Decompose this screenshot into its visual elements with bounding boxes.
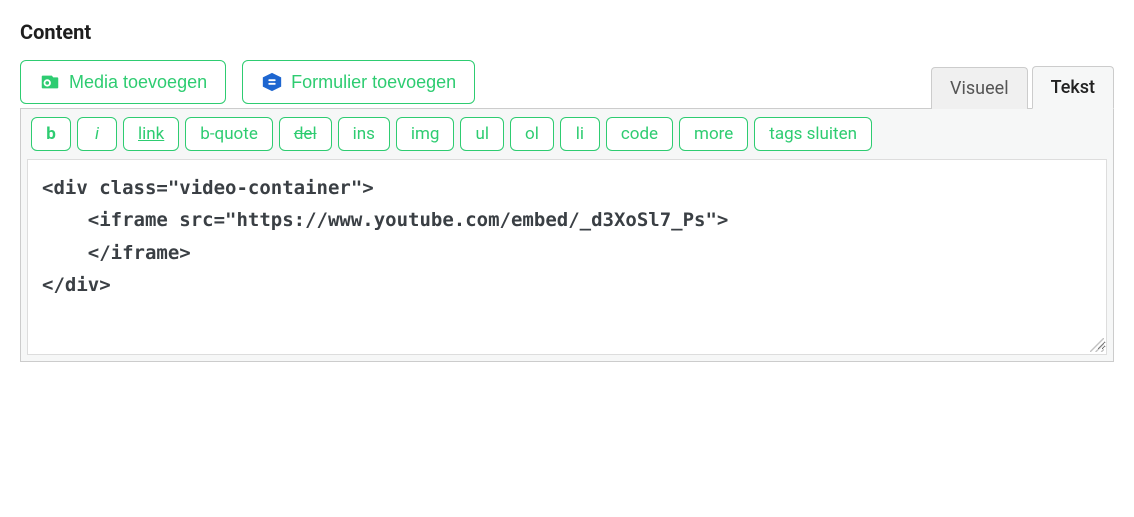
- format-toolbar: b i link b-quote del ins img ul ol li co…: [21, 109, 1113, 159]
- format-ul-button[interactable]: ul: [460, 117, 504, 151]
- format-ol-button[interactable]: ol: [510, 117, 554, 151]
- camera-music-icon: [39, 71, 61, 93]
- format-close-tags-button[interactable]: tags sluiten: [754, 117, 872, 151]
- format-img-button[interactable]: img: [396, 117, 455, 151]
- format-ins-button[interactable]: ins: [338, 117, 390, 151]
- add-media-label: Media toevoegen: [69, 72, 207, 93]
- editor-tabs: Visueel Tekst: [931, 60, 1114, 108]
- editor-textarea[interactable]: [28, 160, 1106, 350]
- section-title: Content: [20, 20, 1114, 44]
- add-media-button[interactable]: Media toevoegen: [20, 60, 226, 104]
- format-li-button[interactable]: li: [560, 117, 600, 151]
- format-code-button[interactable]: code: [606, 117, 673, 151]
- toolbar-row: Media toevoegen Formulier toevoegen Visu…: [20, 60, 1114, 108]
- format-link-button[interactable]: link: [123, 117, 179, 151]
- format-del-button[interactable]: del: [279, 117, 332, 151]
- add-form-label: Formulier toevoegen: [291, 72, 456, 93]
- form-icon: [261, 71, 283, 93]
- editor-panel: b i link b-quote del ins img ul ol li co…: [20, 108, 1114, 362]
- add-form-button[interactable]: Formulier toevoegen: [242, 60, 475, 104]
- format-blockquote-button[interactable]: b-quote: [185, 117, 273, 151]
- format-italic-button[interactable]: i: [77, 117, 117, 151]
- tab-text[interactable]: Tekst: [1032, 66, 1114, 109]
- editor-area: [27, 159, 1107, 355]
- format-bold-button[interactable]: b: [31, 117, 71, 151]
- format-more-button[interactable]: more: [679, 117, 748, 151]
- content-section: Content Media toevoegen Formulier toevoe…: [20, 20, 1114, 362]
- tab-visual[interactable]: Visueel: [931, 67, 1028, 109]
